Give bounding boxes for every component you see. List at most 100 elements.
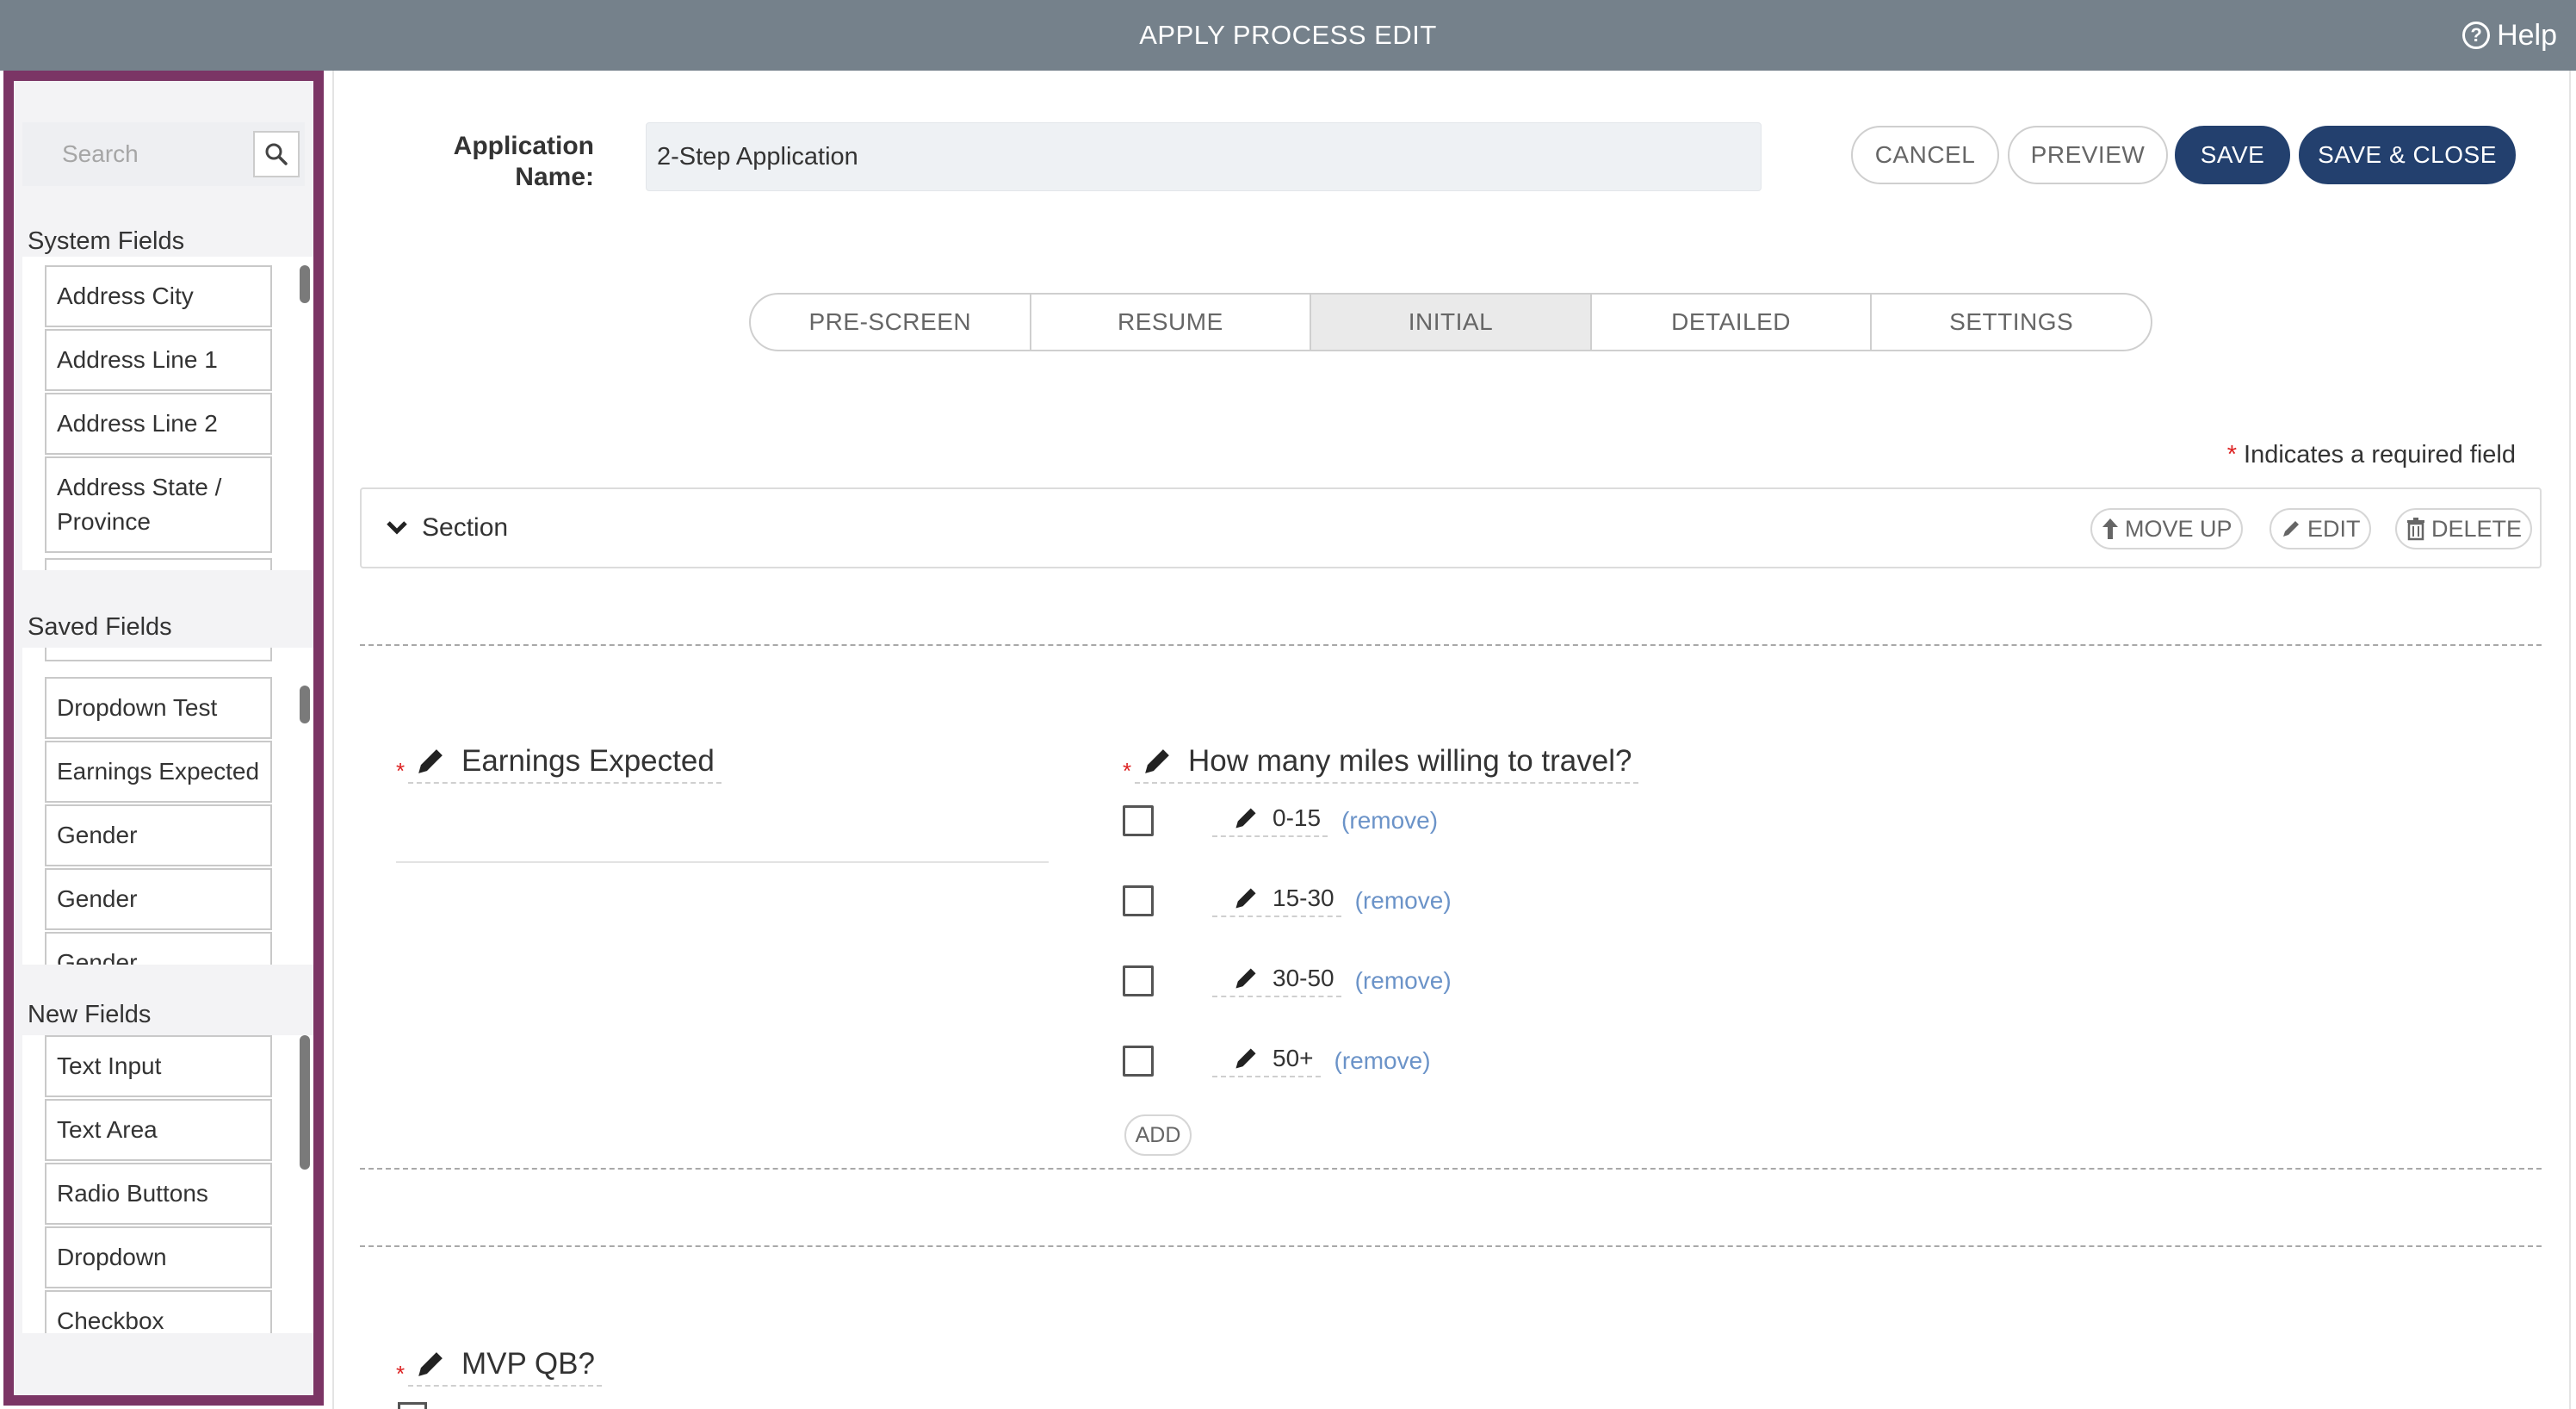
field-item[interactable]: Text Input [45, 1035, 272, 1097]
option-text: 0-15 [1273, 804, 1322, 831]
pencil-icon [1235, 808, 1256, 829]
option-checkbox[interactable] [1123, 1046, 1154, 1077]
field-label: MVP QB? [408, 1347, 602, 1387]
scrollbar-thumb[interactable] [300, 686, 310, 723]
option-checkbox[interactable] [1123, 965, 1154, 996]
remove-option-link[interactable]: (remove) [1355, 887, 1452, 915]
section-header: Section MOVE UP EDIT DELETE [360, 487, 2542, 568]
new-fields-title: New Fields [28, 1001, 152, 1028]
option-label[interactable]: 30-50 [1212, 965, 1341, 997]
tab-settings[interactable]: SETTINGS [1872, 295, 2151, 350]
field-item[interactable]: Address City [45, 265, 272, 327]
cancel-button[interactable]: CANCEL [1851, 126, 1999, 184]
search-box [22, 122, 305, 186]
title-bar: APPLY PROCESS EDIT ? Help [0, 0, 2576, 71]
option-checkbox[interactable] [1123, 805, 1154, 836]
pencil-icon [418, 1352, 443, 1376]
field-item[interactable]: Gender [45, 804, 272, 866]
row-divider [360, 644, 2542, 646]
option-row: 15-30 (remove) [1123, 885, 1452, 917]
field-label: How many miles willing to travel? [1135, 744, 1639, 784]
main-divider [332, 71, 334, 1409]
option-checkbox[interactable] [1123, 885, 1154, 916]
required-field-note: * Indicates a required field [2227, 441, 2516, 469]
mvp-field-header[interactable]: MVP QB? [408, 1347, 602, 1387]
tab-initial[interactable]: INITIAL [1311, 295, 1592, 350]
preview-button[interactable]: PREVIEW [2008, 126, 2168, 184]
earnings-field-header[interactable]: Earnings Expected [408, 744, 721, 784]
move-up-label: MOVE UP [2125, 515, 2232, 542]
field-label: Earnings Expected [408, 744, 721, 784]
step-tabs: PRE-SCREEN RESUME INITIAL DETAILED SETTI… [749, 293, 2152, 351]
required-star: * [1123, 758, 1132, 784]
remove-option-link[interactable]: (remove) [1341, 807, 1438, 835]
move-up-button[interactable]: MOVE UP [2090, 508, 2243, 549]
field-item[interactable]: Text Area [45, 1099, 272, 1161]
application-name-input[interactable] [646, 122, 1762, 191]
tab-resume[interactable]: RESUME [1031, 295, 1312, 350]
option-text: 15-30 [1273, 885, 1334, 911]
scrollbar-thumb[interactable] [300, 265, 310, 303]
option-checkbox-partial[interactable] [398, 1402, 427, 1409]
help-button[interactable]: ? Help [2462, 0, 2557, 71]
label-line: Name: [515, 163, 594, 191]
option-label[interactable]: 50+ [1212, 1045, 1321, 1077]
option-label[interactable]: 15-30 [1212, 885, 1341, 917]
field-sidebar: System Fields Address City Address Line … [3, 71, 324, 1406]
row-divider [360, 1168, 2542, 1170]
required-star: * [396, 758, 406, 784]
delete-label: DELETE [2431, 515, 2523, 542]
field-item[interactable]: Gender [45, 868, 272, 930]
field-item[interactable]: Checkbox [45, 1290, 272, 1333]
help-label: Help [2497, 18, 2557, 52]
field-item-partial[interactable] [45, 648, 272, 661]
help-icon: ? [2462, 22, 2491, 49]
pencil-icon [1235, 888, 1256, 909]
option-row: 50+ (remove) [1123, 1045, 1431, 1077]
field-item[interactable]: Radio Buttons [45, 1163, 272, 1225]
field-item-partial[interactable] [45, 558, 272, 570]
required-star: * [396, 1361, 406, 1387]
mvp-field-label: MVP QB? [461, 1347, 595, 1381]
system-fields-list: Address City Address Line 1 Address Line… [22, 257, 313, 570]
field-item[interactable]: Address Line 1 [45, 329, 272, 391]
earnings-field-label: Earnings Expected [461, 744, 715, 778]
save-button[interactable]: SAVE [2175, 126, 2290, 184]
option-label[interactable]: 0-15 [1212, 804, 1328, 837]
system-fields-title: System Fields [28, 227, 185, 255]
pencil-icon [1145, 749, 1169, 773]
field-item[interactable]: Dropdown Test [45, 677, 272, 739]
tab-detailed[interactable]: DETAILED [1592, 295, 1873, 350]
option-text: 30-50 [1273, 965, 1334, 991]
earnings-input-line[interactable] [396, 861, 1049, 863]
saved-fields-list: Dropdown Test Earnings Expected Gender G… [22, 648, 313, 965]
field-item[interactable]: Address State / Province [45, 456, 272, 553]
add-option-button[interactable]: ADD [1124, 1114, 1192, 1156]
miles-field-label: How many miles willing to travel? [1188, 744, 1632, 778]
field-item[interactable]: Earnings Expected [45, 741, 272, 803]
section-toggle[interactable]: Section [386, 489, 508, 567]
field-item[interactable]: Address Line 2 [45, 393, 272, 455]
search-input[interactable] [22, 122, 255, 186]
delete-section-button[interactable]: DELETE [2395, 508, 2533, 549]
required-star: * [2226, 441, 2238, 469]
chevron-down-icon [386, 520, 408, 536]
search-button[interactable] [253, 131, 300, 177]
edit-section-button[interactable]: EDIT [2269, 508, 2371, 549]
remove-option-link[interactable]: (remove) [1334, 1047, 1431, 1075]
field-item[interactable]: Dropdown [45, 1226, 272, 1288]
tab-pre-screen[interactable]: PRE-SCREEN [751, 295, 1031, 350]
edit-label: EDIT [2307, 515, 2361, 542]
remove-option-link[interactable]: (remove) [1355, 967, 1452, 995]
option-row: 30-50 (remove) [1123, 965, 1452, 997]
pencil-icon [418, 749, 443, 773]
section-title: Section [422, 513, 509, 542]
arrow-up-icon [2102, 518, 2118, 539]
search-icon [265, 143, 288, 165]
field-item[interactable]: Gender [45, 932, 272, 965]
pencil-icon [1235, 968, 1256, 989]
required-note-text: Indicates a required field [2244, 441, 2516, 469]
miles-field-header[interactable]: How many miles willing to travel? [1135, 744, 1639, 784]
save-close-button[interactable]: SAVE & CLOSE [2299, 126, 2516, 184]
scrollbar-thumb[interactable] [300, 1035, 310, 1170]
